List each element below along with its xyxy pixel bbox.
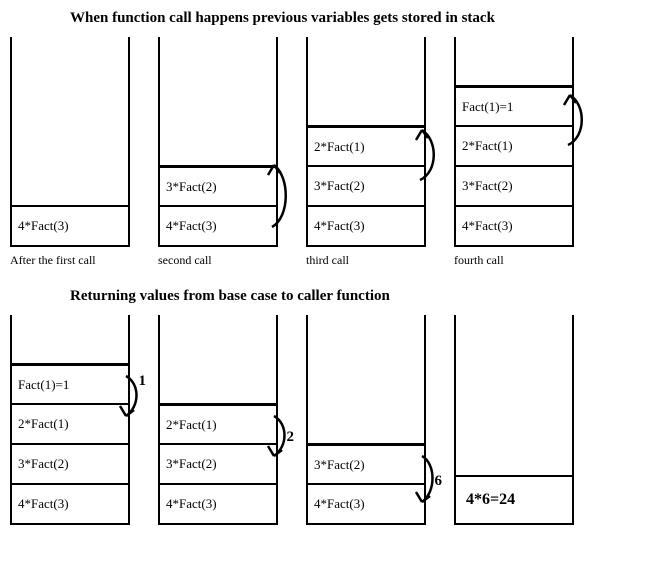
pop-row: Fact(1)=1 2*Fact(1) 3*Fact(2) 4*Fact(3) … xyxy=(10,315,651,525)
stack: 4*6=24 xyxy=(454,315,574,525)
caption: fourth call xyxy=(454,253,504,268)
stack: 4*Fact(3) xyxy=(10,37,130,247)
stack-frame: 3*Fact(2) xyxy=(160,443,276,483)
stack-frame: 2*Fact(1) xyxy=(308,125,424,165)
stack-frame: Fact(1)=1 xyxy=(12,363,128,403)
stack-frame: 4*Fact(3) xyxy=(308,205,424,245)
stack-frame: 4*Fact(3) xyxy=(308,483,424,523)
stack: 2*Fact(1) 3*Fact(2) 4*Fact(3) xyxy=(158,315,278,525)
stack: 3*Fact(2) 4*Fact(3) xyxy=(306,315,426,525)
stack: Fact(1)=1 2*Fact(1) 3*Fact(2) 4*Fact(3) xyxy=(10,315,130,525)
title-pop: Returning values from base case to calle… xyxy=(70,288,651,305)
return-value: 2 xyxy=(287,429,295,446)
pop-col-1: Fact(1)=1 2*Fact(1) 3*Fact(2) 4*Fact(3) … xyxy=(10,315,130,525)
stack-frame: 2*Fact(1) xyxy=(160,403,276,443)
caption: third call xyxy=(306,253,349,268)
push-row: 4*Fact(3) After the first call 3*Fact(2)… xyxy=(10,37,651,268)
stack-frame: 4*Fact(3) xyxy=(160,205,276,245)
title-push: When function call happens previous vari… xyxy=(70,10,651,27)
stack-frame: 2*Fact(1) xyxy=(12,403,128,443)
stack-frame: 3*Fact(2) xyxy=(160,165,276,205)
return-value: 1 xyxy=(139,373,147,390)
stack-frame: 4*Fact(3) xyxy=(12,483,128,523)
return-value: 6 xyxy=(435,473,443,490)
stack-frame: 4*Fact(3) xyxy=(12,205,128,245)
pop-col-4: 4*6=24 xyxy=(454,315,574,525)
stack-frame: 3*Fact(2) xyxy=(308,165,424,205)
stack-frame: Fact(1)=1 xyxy=(456,85,572,125)
stack: Fact(1)=1 2*Fact(1) 3*Fact(2) 4*Fact(3) xyxy=(454,37,574,247)
stack-frame: 4*Fact(3) xyxy=(160,483,276,523)
pop-col-2: 2*Fact(1) 3*Fact(2) 4*Fact(3) 2 xyxy=(158,315,278,525)
push-col-2: 3*Fact(2) 4*Fact(3) second call xyxy=(158,37,278,268)
push-col-4: Fact(1)=1 2*Fact(1) 3*Fact(2) 4*Fact(3) … xyxy=(454,37,574,268)
caption: second call xyxy=(158,253,212,268)
stack-frame: 4*Fact(3) xyxy=(456,205,572,245)
stack-frame: 2*Fact(1) xyxy=(456,125,572,165)
caption: After the first call xyxy=(10,253,96,268)
stack-frame: 3*Fact(2) xyxy=(12,443,128,483)
result-frame: 4*6=24 xyxy=(456,475,572,523)
stack-frame: 3*Fact(2) xyxy=(456,165,572,205)
push-col-3: 2*Fact(1) 3*Fact(2) 4*Fact(3) third call xyxy=(306,37,426,268)
stack: 3*Fact(2) 4*Fact(3) xyxy=(158,37,278,247)
stack: 2*Fact(1) 3*Fact(2) 4*Fact(3) xyxy=(306,37,426,247)
stack-frame: 3*Fact(2) xyxy=(308,443,424,483)
push-col-1: 4*Fact(3) After the first call xyxy=(10,37,130,268)
pop-col-3: 3*Fact(2) 4*Fact(3) 6 xyxy=(306,315,426,525)
